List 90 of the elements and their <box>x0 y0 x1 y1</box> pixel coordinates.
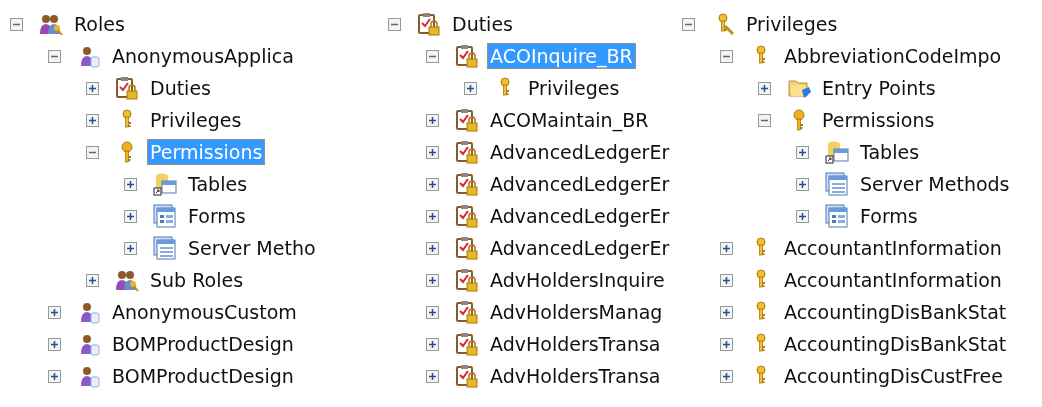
collapse-toggle[interactable] <box>10 17 23 31</box>
expand-toggle[interactable] <box>720 369 733 383</box>
tree-item[interactable]: AccountantInformation <box>781 267 1005 293</box>
expand-toggle[interactable] <box>124 241 137 255</box>
clipboard-lock-icon <box>455 108 479 132</box>
collapse-toggle[interactable] <box>48 49 61 63</box>
tree-item[interactable]: Privileges <box>743 11 841 37</box>
tree-item[interactable]: BOMProductDesign <box>109 363 297 389</box>
expand-toggle[interactable] <box>720 241 733 255</box>
clipboard-lock-icon <box>455 204 479 228</box>
tree-item[interactable]: AnonymousCustom <box>109 299 300 325</box>
tree-item[interactable]: AdvancedLedgerEr <box>487 139 673 165</box>
tree-item[interactable]: Tables <box>857 139 923 165</box>
expand-toggle[interactable] <box>426 305 439 319</box>
expand-toggle[interactable] <box>86 81 99 95</box>
tree-item[interactable]: Server Methods <box>857 171 1013 197</box>
clipboard-lock-icon <box>417 12 441 36</box>
expand-toggle[interactable] <box>720 273 733 287</box>
expand-toggle[interactable] <box>426 177 439 191</box>
expand-toggle[interactable] <box>48 337 61 351</box>
tree-item[interactable]: AbbreviationCodeImpo <box>781 43 1005 69</box>
expand-toggle[interactable] <box>124 177 137 191</box>
expand-toggle[interactable] <box>124 209 137 223</box>
expand-toggle[interactable] <box>426 241 439 255</box>
expand-toggle[interactable] <box>796 209 809 223</box>
tree-item[interactable]: Duties <box>449 11 516 37</box>
tree-item[interactable]: AccountingDisBankStat <box>781 331 1010 357</box>
clipboard-lock-icon <box>455 332 479 356</box>
tree-item[interactable]: Sub Roles <box>147 267 247 293</box>
form-window-icon <box>153 204 177 228</box>
expand-toggle[interactable] <box>758 81 771 95</box>
expand-toggle[interactable] <box>720 337 733 351</box>
tree-item[interactable]: AdvHoldersManag <box>487 299 666 325</box>
expand-toggle[interactable] <box>426 337 439 351</box>
clipboard-lock-icon <box>455 268 479 292</box>
list-window-icon <box>153 236 177 260</box>
collapse-toggle[interactable] <box>388 17 401 31</box>
clipboard-lock-icon <box>115 76 139 100</box>
tree-item[interactable]: AdvHoldersTransa <box>487 363 664 389</box>
tree-item[interactable]: BOMProductDesign <box>109 331 297 357</box>
tree-item[interactable]: AdvHoldersInquire <box>487 267 668 293</box>
tree-item[interactable]: Roles <box>71 11 128 37</box>
expand-toggle[interactable] <box>464 81 477 95</box>
expand-toggle[interactable] <box>720 305 733 319</box>
clipboard-lock-icon <box>455 300 479 324</box>
expand-toggle[interactable] <box>48 369 61 383</box>
expand-toggle[interactable] <box>86 273 99 287</box>
collapse-toggle[interactable] <box>682 17 695 31</box>
people-key-icon <box>115 268 139 292</box>
tree-item[interactable]: Duties <box>147 75 214 101</box>
clipboard-lock-icon <box>455 236 479 260</box>
tree-item[interactable]: Entry Points <box>819 75 939 101</box>
form-window-icon <box>825 204 849 228</box>
clipboard-lock-icon <box>455 364 479 388</box>
collapse-toggle[interactable] <box>86 145 99 159</box>
expand-toggle[interactable] <box>796 145 809 159</box>
tree-item[interactable]: ACOMaintain_BR <box>487 107 652 133</box>
tree-item[interactable]: AnonymousApplica <box>109 43 297 69</box>
clipboard-lock-icon <box>455 140 479 164</box>
tree-item[interactable]: AccountantInformation <box>781 235 1005 261</box>
tree-item[interactable]: Server Metho <box>185 235 319 261</box>
tree-item[interactable]: Tables <box>185 171 251 197</box>
people-key-icon <box>39 12 63 36</box>
tree-item[interactable]: Forms <box>185 203 249 229</box>
collapse-toggle[interactable] <box>758 113 771 127</box>
collapse-toggle[interactable] <box>720 49 733 63</box>
clipboard-lock-icon <box>455 172 479 196</box>
database-table-icon <box>153 172 177 196</box>
collapse-toggle[interactable] <box>426 49 439 63</box>
expand-toggle[interactable] <box>426 209 439 223</box>
tree-item[interactable]: Privileges <box>525 75 623 101</box>
tree-item[interactable]: AdvHoldersTransa <box>487 331 664 357</box>
clipboard-lock-icon <box>455 44 479 68</box>
expand-toggle[interactable] <box>426 273 439 287</box>
expand-toggle[interactable] <box>426 369 439 383</box>
tree-item[interactable]: AdvancedLedgerEr <box>487 171 673 197</box>
expand-toggle[interactable] <box>426 113 439 127</box>
tree-item[interactable]: Forms <box>857 203 921 229</box>
expand-toggle[interactable] <box>426 145 439 159</box>
tree-item[interactable]: AccountingDisBankStat <box>781 299 1010 325</box>
database-table-icon <box>825 140 849 164</box>
tree-item[interactable]: AdvancedLedgerEr <box>487 203 673 229</box>
expand-toggle[interactable] <box>86 113 99 127</box>
tree-item[interactable]: Privileges <box>147 107 245 133</box>
tree-item[interactable]: Permissions <box>819 107 938 133</box>
expand-toggle[interactable] <box>796 177 809 191</box>
tree-item[interactable]: AdvancedLedgerEr <box>487 235 673 261</box>
expand-toggle[interactable] <box>48 305 61 319</box>
tree-item[interactable]: AccountingDisCustFree <box>781 363 1006 389</box>
list-window-icon <box>825 172 849 196</box>
